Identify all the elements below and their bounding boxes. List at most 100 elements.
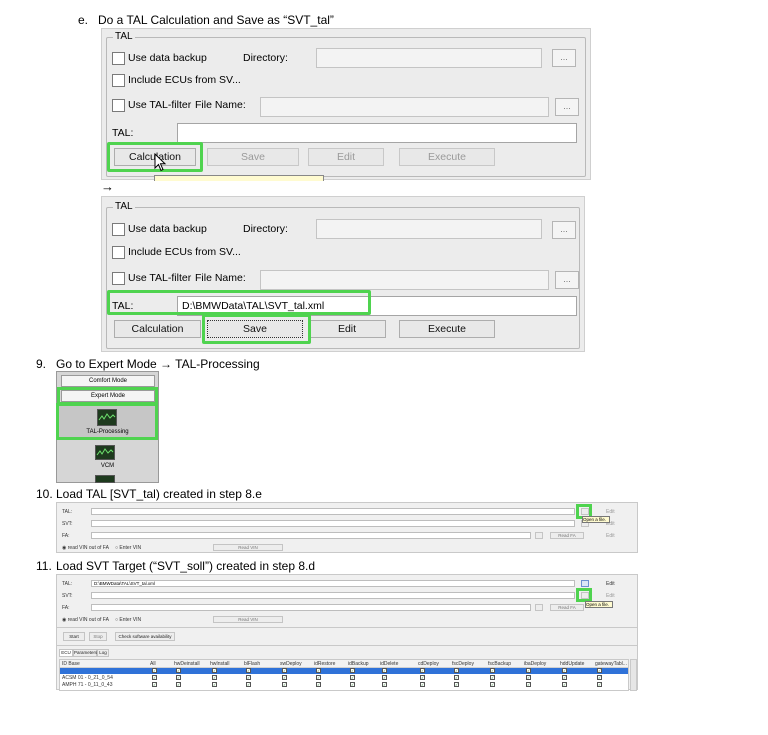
check-icon[interactable]: ✓ — [454, 682, 459, 687]
calculation-button[interactable]: Calculation — [114, 320, 201, 338]
fa-field[interactable] — [91, 604, 531, 611]
include-ecus-checkbox[interactable] — [112, 246, 125, 259]
tab-ecu[interactable]: ECU — [59, 649, 73, 657]
read-fa-button[interactable]: Read FA — [550, 604, 584, 611]
svt-field[interactable] — [91, 592, 575, 599]
read-vin-button[interactable]: Read VIN — [213, 544, 283, 551]
check-icon[interactable]: ✓ — [282, 682, 287, 687]
table-scrollbar[interactable] — [630, 659, 637, 691]
check-icon[interactable]: ✓ — [454, 668, 459, 673]
svt-field[interactable] — [91, 520, 575, 527]
check-icon[interactable]: ✓ — [382, 675, 387, 680]
column-header[interactable]: hwDeinstall — [174, 661, 200, 667]
column-header[interactable]: hwInstall — [210, 661, 229, 667]
include-ecus-checkbox[interactable] — [112, 74, 125, 87]
fa-open-button[interactable] — [535, 604, 543, 611]
file-browse-button[interactable]: ... — [555, 271, 579, 289]
check-icon[interactable]: ✓ — [526, 675, 531, 680]
start-button[interactable]: Start — [63, 632, 85, 641]
check-icon[interactable]: ✓ — [176, 668, 181, 673]
check-icon[interactable]: ✓ — [490, 668, 495, 673]
check-icon[interactable]: ✓ — [316, 668, 321, 673]
comfort-mode-button[interactable]: Comfort Mode — [61, 375, 155, 387]
column-header[interactable]: idBackup — [348, 661, 369, 667]
tal-edit-button[interactable]: Edit — [606, 509, 615, 515]
check-icon[interactable]: ✓ — [526, 668, 531, 673]
column-header[interactable]: fscBackup — [488, 661, 511, 667]
check-icon[interactable]: ✓ — [420, 675, 425, 680]
enter-vin-radio[interactable]: ○ Enter VIN — [115, 617, 141, 623]
check-icon[interactable]: ✓ — [490, 675, 495, 680]
check-icon[interactable]: ✓ — [152, 682, 157, 687]
directory-field[interactable] — [316, 48, 542, 68]
column-header[interactable]: gatewayTabl... — [595, 661, 627, 667]
check-icon[interactable]: ✓ — [382, 682, 387, 687]
check-icon[interactable]: ✓ — [597, 675, 602, 680]
check-icon[interactable]: ✓ — [420, 682, 425, 687]
execute-button[interactable]: Execute — [399, 148, 495, 166]
tal-path-field[interactable] — [177, 123, 577, 143]
use-data-backup-checkbox[interactable] — [112, 52, 125, 65]
read-vin-fa-radio[interactable]: ◉ read VIN out of FA — [62, 617, 109, 623]
directory-field[interactable] — [316, 219, 542, 239]
column-header[interactable]: swDeploy — [280, 661, 302, 667]
tal-field[interactable] — [91, 508, 575, 515]
column-header[interactable]: blFlash — [244, 661, 260, 667]
fa-open-button[interactable] — [535, 532, 543, 539]
tab-log[interactable]: Log — [97, 649, 109, 657]
check-icon[interactable]: ✓ — [382, 668, 387, 673]
tal-edit-button[interactable]: Edit — [606, 581, 615, 587]
use-data-backup-checkbox[interactable] — [112, 223, 125, 236]
use-tal-filter-checkbox[interactable] — [112, 272, 125, 285]
tab-parameters[interactable]: Parameters — [73, 649, 97, 657]
check-icon[interactable]: ✓ — [350, 682, 355, 687]
check-icon[interactable]: ✓ — [212, 668, 217, 673]
check-icon[interactable]: ✓ — [526, 682, 531, 687]
check-icon[interactable]: ✓ — [562, 668, 567, 673]
column-header[interactable]: ID Base — [62, 661, 80, 667]
check-icon[interactable]: ✓ — [176, 682, 181, 687]
column-header[interactable]: ibaDeploy — [524, 661, 546, 667]
check-icon[interactable]: ✓ — [246, 675, 251, 680]
directory-browse-button[interactable]: ... — [552, 49, 576, 67]
fa-edit-button[interactable]: Edit — [606, 533, 615, 539]
check-icon[interactable]: ✓ — [454, 675, 459, 680]
check-icon[interactable]: ✓ — [246, 682, 251, 687]
check-icon[interactable]: ✓ — [152, 668, 157, 673]
check-icon[interactable]: ✓ — [350, 675, 355, 680]
check-software-button[interactable]: Check software availability — [115, 632, 175, 641]
edit-button[interactable]: Edit — [308, 320, 386, 338]
use-tal-filter-checkbox[interactable] — [112, 99, 125, 112]
enter-vin-radio[interactable]: ○ Enter VIN — [115, 545, 141, 551]
execute-button[interactable]: Execute — [399, 320, 495, 338]
directory-browse-button[interactable]: ... — [552, 221, 576, 239]
tal-field[interactable]: D:\BMWData\TAL\SVT_tal.xml — [91, 580, 575, 587]
column-header[interactable]: idRestore — [314, 661, 335, 667]
read-vin-fa-radio[interactable]: ◉ read VIN out of FA — [62, 545, 109, 551]
check-icon[interactable]: ✓ — [562, 675, 567, 680]
check-icon[interactable]: ✓ — [597, 682, 602, 687]
file-browse-button[interactable]: ... — [555, 98, 579, 116]
check-icon[interactable]: ✓ — [282, 675, 287, 680]
check-icon[interactable]: ✓ — [176, 675, 181, 680]
check-icon[interactable]: ✓ — [282, 668, 287, 673]
read-fa-button[interactable]: Read FA — [550, 532, 584, 539]
check-icon[interactable]: ✓ — [316, 682, 321, 687]
tal-open-button[interactable] — [581, 580, 589, 587]
column-header[interactable]: fscDeploy — [452, 661, 474, 667]
edit-button[interactable]: Edit — [308, 148, 384, 166]
read-vin-button[interactable]: Read VIN — [213, 616, 283, 623]
check-icon[interactable]: ✓ — [350, 668, 355, 673]
stop-button[interactable]: Stop — [89, 632, 107, 641]
check-icon[interactable]: ✓ — [316, 675, 321, 680]
column-header[interactable]: idDelete — [380, 661, 398, 667]
check-icon[interactable]: ✓ — [212, 675, 217, 680]
check-icon[interactable]: ✓ — [420, 668, 425, 673]
fa-field[interactable] — [91, 532, 531, 539]
column-header[interactable]: cdDeploy — [418, 661, 439, 667]
check-icon[interactable]: ✓ — [562, 682, 567, 687]
column-header[interactable]: hddUpdate — [560, 661, 584, 667]
svt-edit-button[interactable]: Edit — [606, 593, 615, 599]
file-name-field[interactable] — [260, 270, 549, 290]
check-icon[interactable]: ✓ — [490, 682, 495, 687]
